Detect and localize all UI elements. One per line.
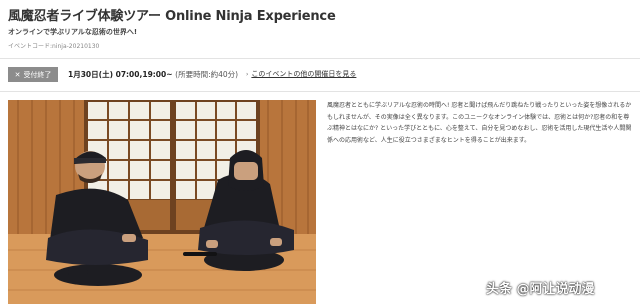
status-badge: ✕ 受付終了 xyxy=(8,67,58,82)
page-subtitle: オンラインで学ぶリアルな忍術の世界へ! xyxy=(8,28,138,36)
close-icon: ✕ xyxy=(14,70,21,79)
page-title: 風魔忍者ライブ体験ツアー Online Ninja Experience xyxy=(8,9,336,24)
status-badge-label: 受付終了 xyxy=(23,70,52,79)
event-description: 風魔忍者とともに学ぶリアルな忍術の時間へ! 忍者と聞けば飛んだり跳ねたり戦ったり… xyxy=(327,102,632,144)
event-info-bar: ✕ 受付終了 1月30日(土) 07:00,19:00~ (所要時間:約40分)… xyxy=(0,58,640,92)
event-duration: (所要時間:約40分) xyxy=(175,70,239,79)
watermark: 头条 @阿让说动漫 xyxy=(486,282,595,297)
event-date-time: 1月30日(土) 07:00,19:00~ xyxy=(68,70,173,79)
event-code: イベントコード:ninja-20210130 xyxy=(8,43,100,50)
chevron-right-icon: › xyxy=(246,71,249,78)
other-dates-link-label: このイベントの他の開催日を見る xyxy=(251,70,357,78)
other-dates-link[interactable]: › このイベントの他の開催日を見る xyxy=(246,69,356,79)
event-date: 1月30日(土) 07:00,19:00~ (所要時間:約40分) xyxy=(68,69,238,80)
event-photo xyxy=(8,100,316,304)
